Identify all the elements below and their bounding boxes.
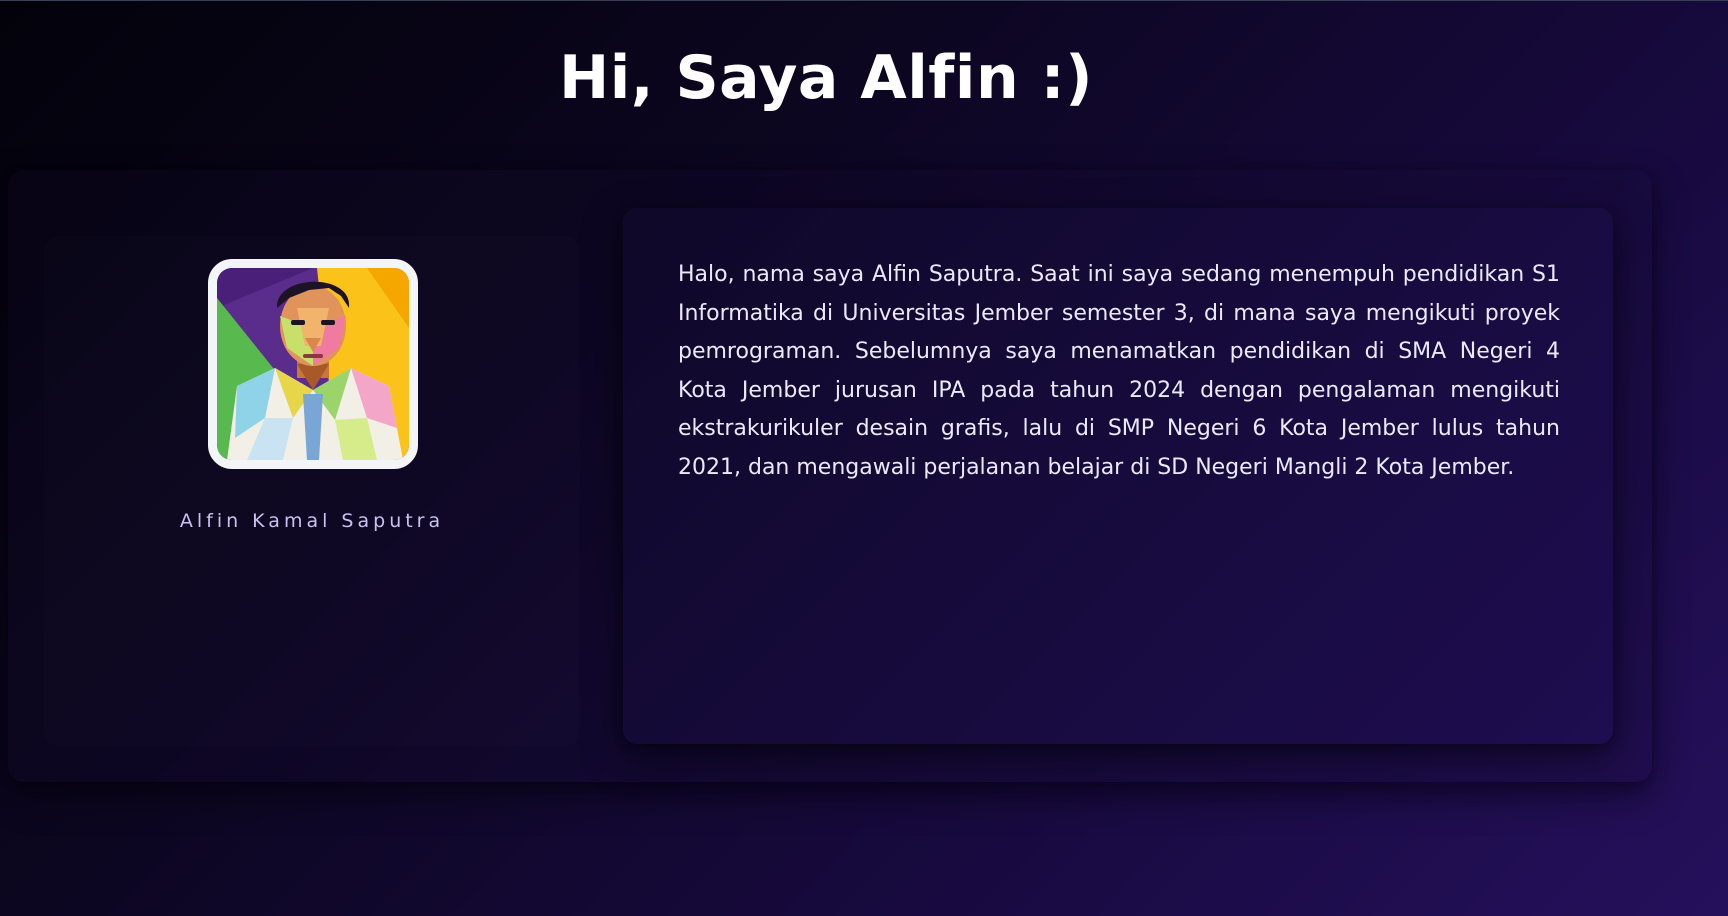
portrait-illustration-icon [217,268,409,460]
avatar [208,259,418,469]
top-border [0,0,1728,1]
profile-name: Alfin Kamal Saputra [179,510,445,532]
about-description: Halo, nama saya Alfin Saputra. Saat ini … [678,262,1560,480]
page-title: Hi, Saya Alfin :) [559,43,1093,113]
